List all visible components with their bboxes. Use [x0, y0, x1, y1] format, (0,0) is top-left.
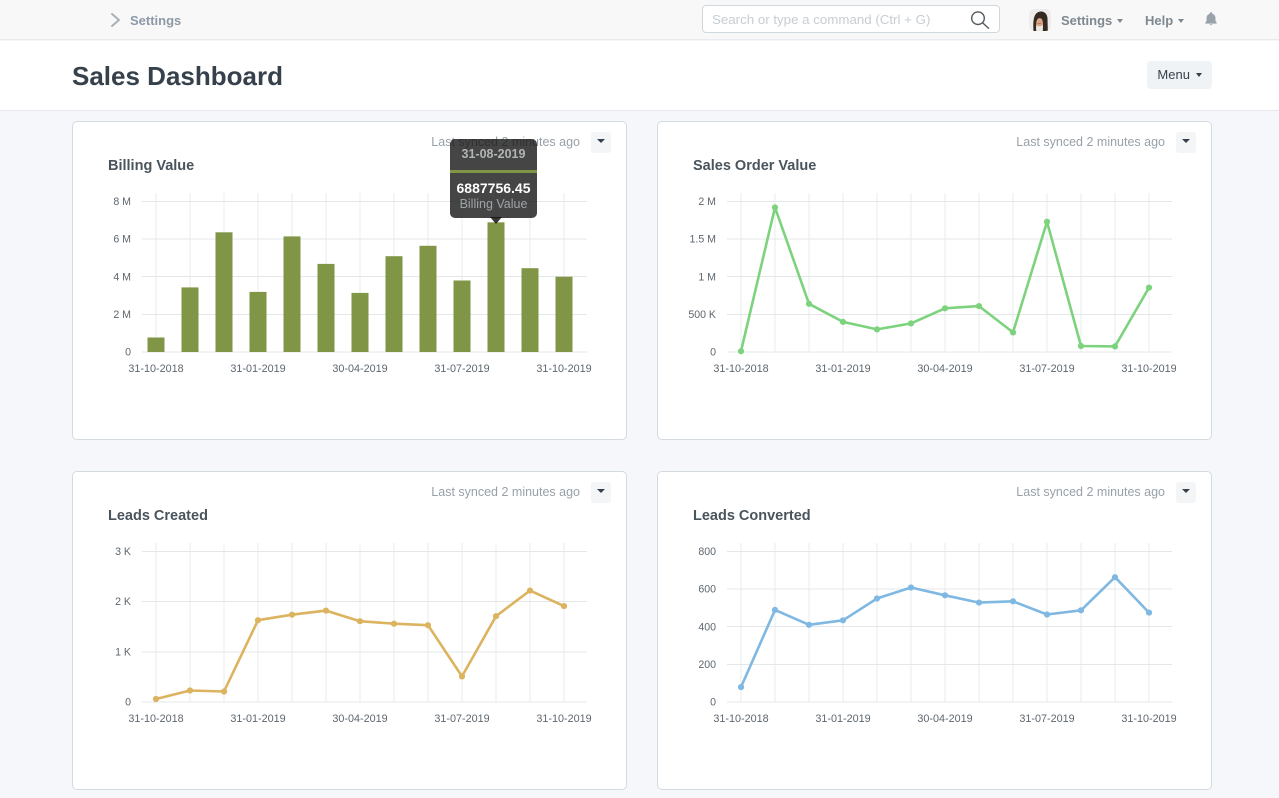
svg-text:31-10-2018: 31-10-2018	[713, 363, 768, 375]
svg-text:8 M: 8 M	[113, 196, 131, 208]
svg-text:0: 0	[125, 697, 131, 709]
svg-text:30-04-2019: 30-04-2019	[332, 363, 387, 375]
svg-text:31-10-2018: 31-10-2018	[128, 363, 183, 375]
svg-text:31-10-2018: 31-10-2018	[713, 713, 768, 725]
svg-text:30-04-2019: 30-04-2019	[917, 713, 972, 725]
svg-text:0: 0	[125, 347, 131, 359]
svg-text:31-10-2019: 31-10-2019	[536, 713, 591, 725]
svg-text:31-07-2019: 31-07-2019	[1019, 363, 1074, 375]
svg-text:31-10-2019: 31-10-2019	[1121, 363, 1176, 375]
svg-text:6 M: 6 M	[113, 234, 131, 246]
svg-text:2 M: 2 M	[698, 196, 716, 208]
svg-text:200: 200	[698, 659, 716, 671]
svg-text:31-10-2018: 31-10-2018	[128, 713, 183, 725]
svg-text:31-07-2019: 31-07-2019	[434, 713, 489, 725]
svg-text:1 K: 1 K	[115, 646, 131, 658]
svg-text:31-07-2019: 31-07-2019	[434, 363, 489, 375]
svg-text:0: 0	[710, 347, 716, 359]
svg-text:2 M: 2 M	[113, 309, 131, 321]
svg-text:31-10-2019: 31-10-2019	[536, 363, 591, 375]
svg-text:2 K: 2 K	[115, 596, 131, 608]
svg-text:31-07-2019: 31-07-2019	[1019, 713, 1074, 725]
svg-text:600: 600	[698, 584, 716, 596]
svg-text:4 M: 4 M	[113, 271, 131, 283]
svg-text:31-01-2019: 31-01-2019	[230, 363, 285, 375]
svg-text:31-01-2019: 31-01-2019	[815, 363, 870, 375]
svg-text:1 M: 1 M	[698, 271, 716, 283]
svg-text:0: 0	[710, 697, 716, 709]
svg-text:1.5 M: 1.5 M	[690, 234, 717, 246]
svg-text:400: 400	[698, 621, 716, 633]
svg-text:500 K: 500 K	[688, 309, 716, 321]
svg-text:30-04-2019: 30-04-2019	[917, 363, 972, 375]
svg-text:800: 800	[698, 546, 716, 558]
svg-text:30-04-2019: 30-04-2019	[332, 713, 387, 725]
svg-text:3 K: 3 K	[115, 546, 131, 558]
svg-text:31-01-2019: 31-01-2019	[815, 713, 870, 725]
svg-text:31-01-2019: 31-01-2019	[230, 713, 285, 725]
svg-text:31-10-2019: 31-10-2019	[1121, 713, 1176, 725]
